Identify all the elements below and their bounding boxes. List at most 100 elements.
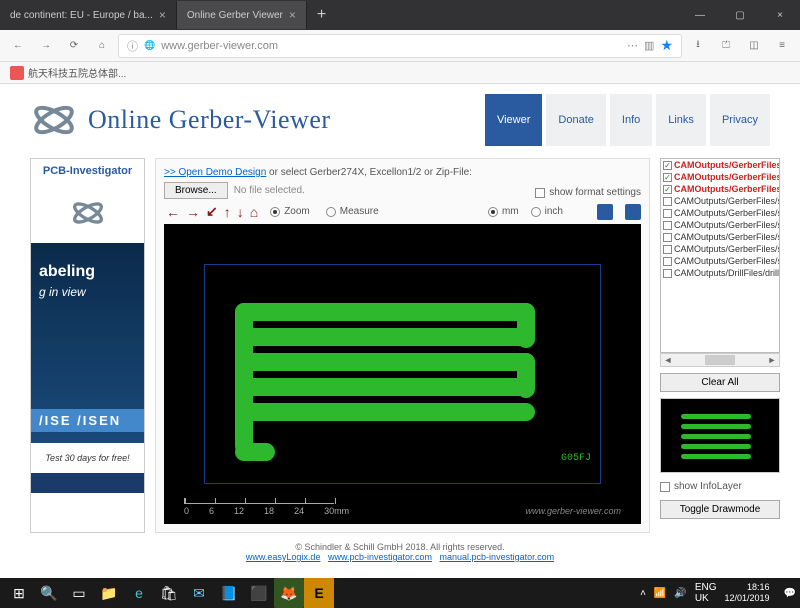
- footer-link[interactable]: manual.pcb-investigator.com: [440, 552, 555, 562]
- layer-checkbox[interactable]: [663, 197, 672, 206]
- layer-checkbox[interactable]: [663, 233, 672, 242]
- library-icon[interactable]: ⏍: [714, 34, 738, 58]
- app-icon[interactable]: E: [304, 578, 334, 608]
- gerber-viewer[interactable]: G05FJ 06 1218 2430mm www.gerber-viewer.c…: [164, 224, 641, 524]
- layer-checkbox[interactable]: [663, 221, 672, 230]
- layer-item[interactable]: CAMOutputs/GerberFiles/sol: [661, 243, 779, 255]
- pan-right-icon[interactable]: →: [184, 204, 202, 220]
- sidebar-ad[interactable]: PCB-Investigator abeling g in view /ISE …: [30, 158, 145, 533]
- toggle-drawmode-button[interactable]: Toggle Drawmode: [660, 500, 780, 519]
- lock-icon: 🌐: [144, 40, 155, 51]
- layer-item[interactable]: ✓CAMOutputs/GerberFiles/c: [661, 159, 779, 171]
- maximize-button[interactable]: ▢: [720, 0, 760, 30]
- brand[interactable]: Online Gerber-Viewer: [30, 96, 331, 144]
- layer-checkbox[interactable]: ✓: [663, 173, 672, 182]
- footer-link[interactable]: www.easyLogix.de: [246, 552, 321, 562]
- reload-button[interactable]: ⟳: [62, 34, 86, 58]
- bookmark-item[interactable]: 航天科技五院总体部...: [28, 65, 126, 80]
- clear-all-button[interactable]: Clear All: [660, 373, 780, 392]
- close-button[interactable]: ×: [760, 0, 800, 30]
- layer-checkbox[interactable]: ✓: [663, 161, 672, 170]
- print-icon[interactable]: [597, 204, 613, 220]
- explorer-icon[interactable]: 📁: [94, 578, 124, 608]
- browser-tab[interactable]: de continent: EU - Europe / ba... ×: [0, 1, 177, 29]
- home-icon[interactable]: ⌂: [248, 204, 260, 220]
- minimize-button[interactable]: —: [680, 0, 720, 30]
- ad-logo: [31, 183, 144, 243]
- pan-up-icon[interactable]: ↑: [222, 204, 233, 220]
- bookmark-icon[interactable]: ★: [660, 37, 673, 54]
- checkbox[interactable]: [535, 188, 545, 198]
- url-bar[interactable]: ⓘ 🌐 www.gerber-viewer.com ⋯ ▥ ★: [118, 34, 682, 58]
- app-icon[interactable]: ✉: [184, 578, 214, 608]
- new-tab-button[interactable]: +: [307, 6, 336, 24]
- more-icon[interactable]: ⋯: [627, 39, 638, 52]
- menu-icon[interactable]: ≡: [770, 34, 794, 58]
- nav-donate[interactable]: Donate: [546, 94, 605, 146]
- layer-checkbox[interactable]: ✓: [663, 185, 672, 194]
- layer-item[interactable]: CAMOutputs/GerberFiles/silk: [661, 207, 779, 219]
- pan-diag-icon[interactable]: ↙: [204, 203, 220, 220]
- inch-radio[interactable]: [531, 207, 541, 217]
- scroll-thumb[interactable]: [705, 355, 735, 365]
- layer-item[interactable]: ✓CAMOutputs/GerberFiles/p: [661, 183, 779, 195]
- scroll-left-icon[interactable]: ◄: [661, 355, 675, 365]
- layer-item[interactable]: CAMOutputs/GerberFiles/sol: [661, 219, 779, 231]
- save-icon[interactable]: [625, 204, 641, 220]
- layers-list[interactable]: ✓CAMOutputs/GerberFiles/c✓CAMOutputs/Ger…: [660, 158, 780, 353]
- demo-link[interactable]: >> Open Demo Design: [164, 167, 266, 178]
- pan-down-icon[interactable]: ↓: [235, 204, 246, 220]
- layers-panel: ✓CAMOutputs/GerberFiles/c✓CAMOutputs/Ger…: [660, 158, 780, 533]
- layer-checkbox[interactable]: [663, 269, 672, 278]
- footer-link[interactable]: www.pcb-investigator.com: [328, 552, 432, 562]
- firefox-icon[interactable]: 🦊: [274, 578, 304, 608]
- layer-checkbox[interactable]: [663, 209, 672, 218]
- forward-button[interactable]: →: [34, 34, 58, 58]
- scroll-right-icon[interactable]: ►: [765, 355, 779, 365]
- nav-links[interactable]: Links: [656, 94, 706, 146]
- lang-indicator[interactable]: ENGUK: [695, 582, 717, 604]
- nav-info[interactable]: Info: [610, 94, 652, 146]
- clock[interactable]: 18:16 12/01/2019: [725, 582, 776, 604]
- start-button[interactable]: ⊞: [4, 578, 34, 608]
- nav-privacy[interactable]: Privacy: [710, 94, 770, 146]
- layer-item[interactable]: CAMOutputs/GerberFiles/silk: [661, 195, 779, 207]
- network-icon[interactable]: 📶: [654, 588, 666, 599]
- preview-thumbnail[interactable]: [660, 398, 780, 473]
- browser-tab[interactable]: Online Gerber Viewer ×: [177, 1, 307, 29]
- layer-name: CAMOutputs/GerberFiles/sol: [674, 256, 779, 266]
- close-icon[interactable]: ×: [159, 8, 166, 22]
- file-instructions: >> Open Demo Design or select Gerber274X…: [164, 167, 641, 178]
- info-checkbox[interactable]: [660, 482, 670, 492]
- tray-up-icon[interactable]: ˄: [640, 588, 646, 599]
- layer-checkbox[interactable]: [663, 245, 672, 254]
- zoom-radio[interactable]: [270, 207, 280, 217]
- notifications-icon[interactable]: 💬: [784, 588, 796, 599]
- measure-radio[interactable]: [326, 207, 336, 217]
- scrollbar[interactable]: ◄ ►: [660, 353, 780, 367]
- edge-icon[interactable]: e: [124, 578, 154, 608]
- reader-icon[interactable]: ▥: [644, 39, 654, 52]
- layer-checkbox[interactable]: [663, 257, 672, 266]
- info-icon[interactable]: ⓘ: [127, 38, 138, 54]
- sidebar-icon[interactable]: ◫: [742, 34, 766, 58]
- app-icon[interactable]: 📘: [214, 578, 244, 608]
- layer-item[interactable]: ✓CAMOutputs/GerberFiles/c: [661, 171, 779, 183]
- back-button[interactable]: ←: [6, 34, 30, 58]
- pan-left-icon[interactable]: ←: [164, 204, 182, 220]
- nav-viewer[interactable]: Viewer: [485, 94, 542, 146]
- browse-button[interactable]: Browse...: [164, 182, 228, 199]
- volume-icon[interactable]: 🔊: [674, 588, 686, 599]
- download-icon[interactable]: ⭳: [686, 34, 710, 58]
- mm-radio[interactable]: [488, 207, 498, 217]
- store-icon[interactable]: 🛍: [154, 578, 184, 608]
- home-button[interactable]: ⌂: [90, 34, 114, 58]
- inch-label: inch: [545, 206, 563, 217]
- close-icon[interactable]: ×: [289, 8, 296, 22]
- task-view-icon[interactable]: ▭: [64, 578, 94, 608]
- app-icon[interactable]: ⬛: [244, 578, 274, 608]
- layer-item[interactable]: CAMOutputs/DrillFiles/drills.: [661, 267, 779, 279]
- layer-item[interactable]: CAMOutputs/GerberFiles/sol: [661, 231, 779, 243]
- search-icon[interactable]: 🔍: [34, 578, 64, 608]
- layer-item[interactable]: CAMOutputs/GerberFiles/sol: [661, 255, 779, 267]
